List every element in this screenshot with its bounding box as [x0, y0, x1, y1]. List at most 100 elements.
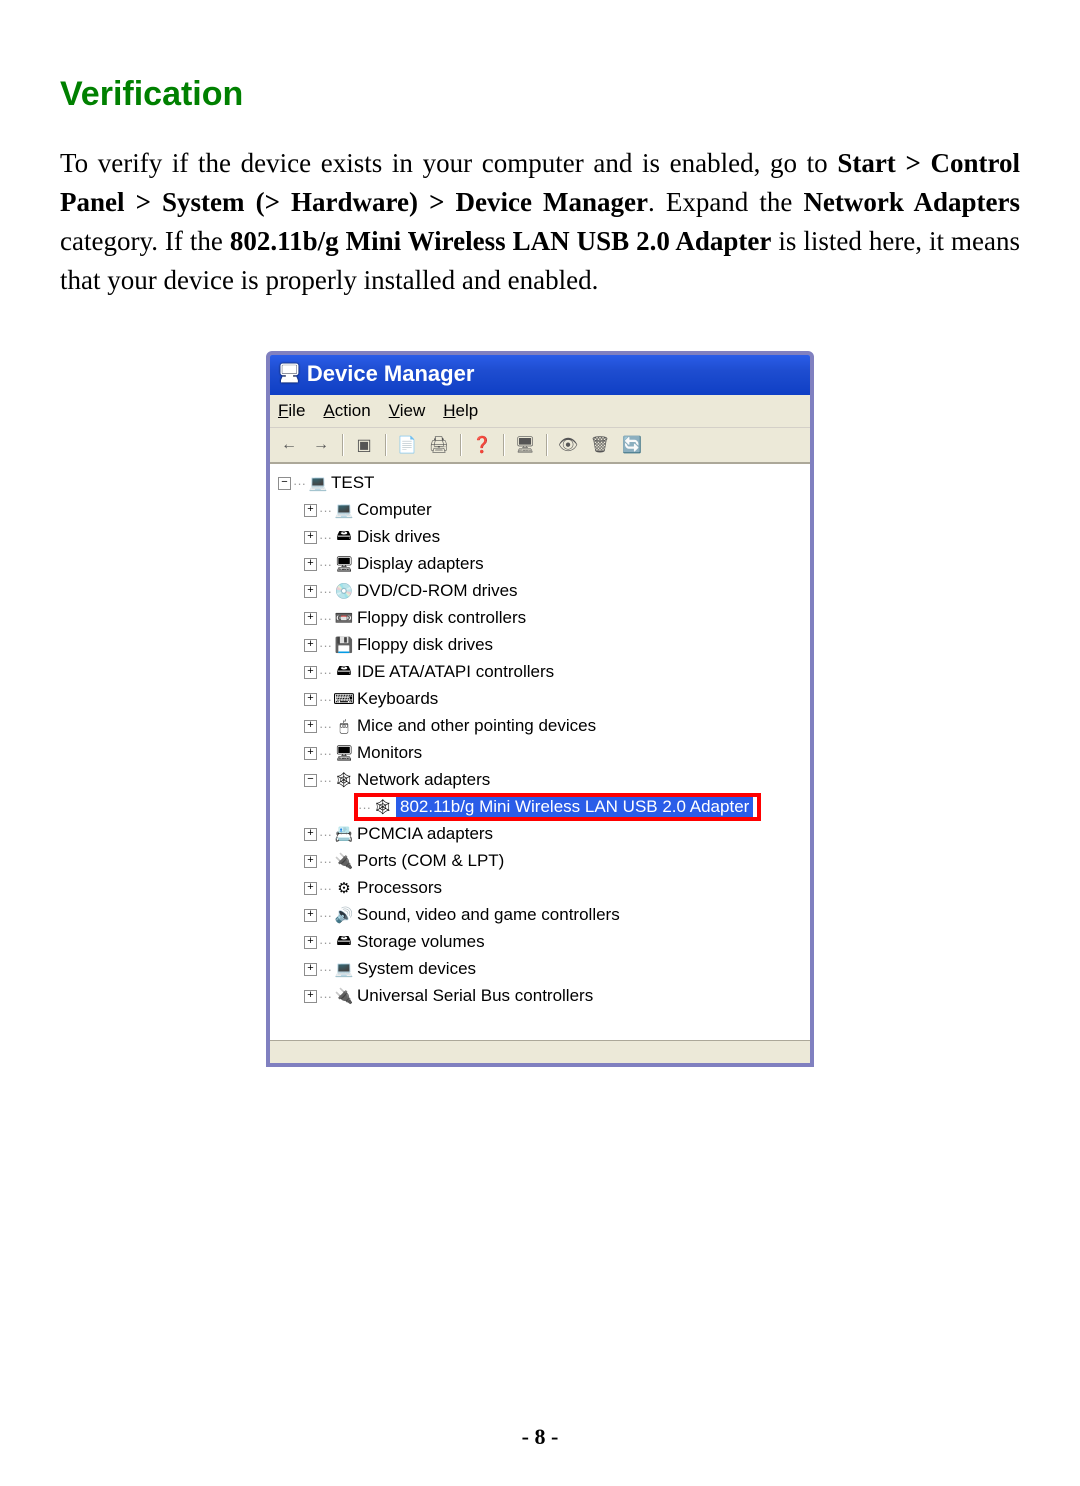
tree-node-label: Floppy disk drives [357, 635, 493, 655]
tree-node[interactable]: +···🖱Mice and other pointing devices [304, 713, 806, 740]
tree-connector: ··· [293, 476, 306, 491]
properties-icon[interactable]: 📄 [394, 432, 420, 458]
tree-connector: ··· [319, 719, 332, 734]
device-category-icon: 💿 [335, 582, 353, 600]
tree-connector: ··· [319, 962, 332, 977]
tree-node-label: Ports (COM & LPT) [357, 851, 504, 871]
tree-connector: ··· [319, 557, 332, 572]
device-category-icon: 🔌 [335, 852, 353, 870]
tree-connector: ··· [358, 800, 371, 815]
help-icon[interactable]: ❓ [469, 432, 495, 458]
expand-icon[interactable]: + [304, 747, 317, 760]
para-pre: To verify if the device exists in your c… [60, 148, 837, 178]
tree-node[interactable]: −···🕸Network adapters [304, 767, 806, 794]
expand-icon[interactable]: + [304, 828, 317, 841]
tree-root[interactable]: − ··· 💻 TEST [278, 470, 806, 497]
tree-node-label: Monitors [357, 743, 422, 763]
tree-node-label: Sound, video and game controllers [357, 905, 620, 925]
tree-node[interactable]: +···💾Floppy disk drives [304, 632, 806, 659]
menu-help[interactable]: Help [443, 401, 478, 421]
show-hidden-icon[interactable]: 👁 [555, 432, 581, 458]
device-category-icon: 🖥 [335, 555, 353, 573]
highlighted-adapter-label: 802.11b/g Mini Wireless LAN USB 2.0 Adap… [396, 797, 753, 817]
tree-connector: ··· [319, 773, 332, 788]
device-category-icon: 💻 [335, 960, 353, 978]
device-category-icon: 🖴 [335, 528, 353, 546]
device-category-icon: 💻 [335, 501, 353, 519]
tree-node-label: Universal Serial Bus controllers [357, 986, 593, 1006]
collapse-icon[interactable]: − [278, 477, 291, 490]
device-category-icon: ⌨ [335, 690, 353, 708]
tree-node-label: Mice and other pointing devices [357, 716, 596, 736]
tree-root-label: TEST [331, 473, 374, 493]
menu-view[interactable]: View [389, 401, 426, 421]
device-tree[interactable]: − ··· 💻 TEST +···💻Computer+···🖴Disk driv… [270, 463, 810, 1040]
computer-icon: 💻 [309, 474, 327, 492]
expand-icon[interactable]: + [304, 504, 317, 517]
tree-node-label: Display adapters [357, 554, 484, 574]
expand-icon[interactable]: + [304, 990, 317, 1003]
tree-child-node[interactable]: ···🕸802.11b/g Mini Wireless LAN USB 2.0 … [358, 794, 806, 821]
separator [503, 434, 504, 456]
tree-node-label: Keyboards [357, 689, 438, 709]
tree-connector: ··· [319, 611, 332, 626]
tree-node[interactable]: +···⌨Keyboards [304, 686, 806, 713]
expand-icon[interactable]: + [304, 531, 317, 544]
menu-action[interactable]: Action [323, 401, 370, 421]
tree-node[interactable]: +···🖥Display adapters [304, 551, 806, 578]
tree-node[interactable]: +···📇PCMCIA adapters [304, 821, 806, 848]
tree-connector: ··· [319, 584, 332, 599]
menu-file[interactable]: File [278, 401, 305, 421]
collapse-icon[interactable]: − [304, 774, 317, 787]
device-category-icon: 💾 [335, 636, 353, 654]
title-bar[interactable]: 🖥 Device Manager [270, 355, 810, 395]
expand-icon[interactable]: + [304, 855, 317, 868]
back-icon[interactable]: ← [276, 432, 302, 458]
tree-connector: ··· [319, 503, 332, 518]
tree-node[interactable]: +···📼Floppy disk controllers [304, 605, 806, 632]
uninstall-icon[interactable]: 🗑 [587, 432, 613, 458]
print-icon[interactable]: 🖨 [426, 432, 452, 458]
expand-icon[interactable]: + [304, 558, 317, 571]
scan-icon[interactable]: 🖥 [512, 432, 538, 458]
expand-icon[interactable]: + [304, 666, 317, 679]
status-bar [270, 1040, 810, 1063]
tree-node[interactable]: +···🖴IDE ATA/ATAPI controllers [304, 659, 806, 686]
highlighted-adapter[interactable]: ···🕸802.11b/g Mini Wireless LAN USB 2.0 … [354, 793, 761, 821]
update-icon[interactable]: 🔄 [619, 432, 645, 458]
expand-icon[interactable]: + [304, 936, 317, 949]
device-category-icon: ⚙ [335, 879, 353, 897]
tree-node[interactable]: +···💻System devices [304, 956, 806, 983]
expand-icon[interactable]: + [304, 963, 317, 976]
expand-icon[interactable]: + [304, 909, 317, 922]
tree-node[interactable]: +···🔌Universal Serial Bus controllers [304, 983, 806, 1010]
tree-node[interactable]: +···⚙Processors [304, 875, 806, 902]
tree-connector: ··· [319, 935, 332, 950]
app-icon: 🖥 [278, 363, 301, 384]
tree-connector: ··· [319, 908, 332, 923]
expand-icon[interactable]: + [304, 693, 317, 706]
tree-node[interactable]: +···🖴Disk drives [304, 524, 806, 551]
expand-icon[interactable]: + [304, 612, 317, 625]
tree-node[interactable]: +···🔌Ports (COM & LPT) [304, 848, 806, 875]
expand-icon[interactable]: + [304, 639, 317, 652]
para-bold-3: 802.11b/g Mini Wireless LAN USB 2.0 Adap… [230, 226, 771, 256]
expand-icon[interactable]: + [304, 720, 317, 733]
expand-icon[interactable]: + [304, 882, 317, 895]
paragraph: To verify if the device exists in your c… [60, 144, 1020, 301]
tree-node[interactable]: +···🔊Sound, video and game controllers [304, 902, 806, 929]
tree-node[interactable]: +···💿DVD/CD-ROM drives [304, 578, 806, 605]
expand-icon[interactable]: + [304, 585, 317, 598]
tree-icon[interactable]: ▣ [351, 432, 377, 458]
device-category-icon: 📼 [335, 609, 353, 627]
tree-node[interactable]: +···💻Computer [304, 497, 806, 524]
device-category-icon: 🔊 [335, 906, 353, 924]
section-title: Verification [60, 75, 1020, 114]
tree-node-label: System devices [357, 959, 476, 979]
separator [385, 434, 386, 456]
tree-node[interactable]: +···🖴Storage volumes [304, 929, 806, 956]
tree-node-label: Disk drives [357, 527, 440, 547]
forward-icon[interactable]: → [308, 432, 334, 458]
tree-connector: ··· [319, 746, 332, 761]
tree-node[interactable]: +···🖥Monitors [304, 740, 806, 767]
